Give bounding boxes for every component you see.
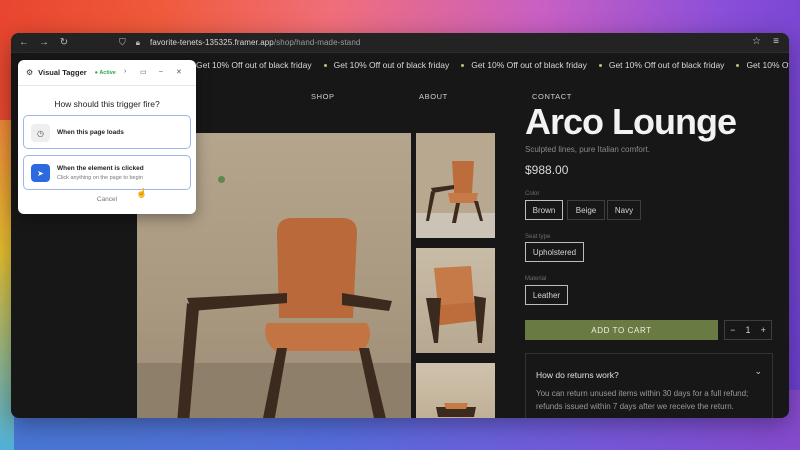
forward-arrow-icon[interactable]: → xyxy=(39,37,49,48)
seat-type-label: Seat type xyxy=(525,234,551,240)
nav-contact[interactable]: CONTACT xyxy=(532,92,572,101)
promo-item: Get 10% Off out of black friday xyxy=(186,60,312,70)
trigger-option-element-click-hint: Click anything on the page to begin xyxy=(57,175,143,181)
add-to-cart-button[interactable]: ADD TO CART xyxy=(525,320,718,340)
tagger-marker-dot xyxy=(218,176,225,183)
promo-item: Get 10% Off out of black friday xyxy=(461,60,587,70)
monitor-icon[interactable]: ▭ xyxy=(140,68,147,76)
promo-item: Get 10% Off out of black friday xyxy=(736,60,789,70)
quantity-decrement-button[interactable]: − xyxy=(730,325,735,335)
chair-thumb-2 xyxy=(426,266,486,343)
cancel-button[interactable]: Cancel xyxy=(18,196,196,203)
clock-icon: ◷ xyxy=(31,124,50,142)
trigger-option-element-click-label: When the element is clicked xyxy=(57,165,144,172)
product-title: Arco Lounge xyxy=(525,101,737,142)
trigger-option-page-load-label: When this page loads xyxy=(57,129,124,136)
product-thumbnail-1[interactable] xyxy=(416,133,495,238)
color-option-beige[interactable]: Beige xyxy=(567,200,605,220)
seat-option-upholstered[interactable]: Upholstered xyxy=(525,242,584,262)
promo-dot-icon xyxy=(461,63,465,67)
trigger-option-element-click[interactable]: ➤ When the element is clicked Click anyt… xyxy=(23,155,191,190)
tagger-title: Visual Tagger xyxy=(38,68,87,77)
pointer-icon: ➤ xyxy=(31,164,50,182)
tagger-question: How should this trigger fire? xyxy=(54,99,160,109)
chevron-down-icon[interactable]: ⌄ xyxy=(754,366,762,377)
back-arrow-icon[interactable]: ← xyxy=(19,37,29,48)
product-thumbnail-2[interactable] xyxy=(416,248,495,353)
color-option-navy[interactable]: Navy xyxy=(607,200,641,220)
product-thumbnail-3[interactable] xyxy=(416,363,495,418)
quantity-increment-button[interactable]: + xyxy=(761,325,766,335)
promo-text: Get 10% Off out of black friday xyxy=(746,60,789,70)
promo-dot-icon xyxy=(323,63,327,67)
nav-shop[interactable]: SHOP xyxy=(311,92,335,101)
faq-item-returns[interactable]: How do returns work? ⌄ You can return un… xyxy=(525,353,773,418)
promo-text: Get 10% Off out of black friday xyxy=(471,60,587,70)
faq-answer: You can return unused items within 30 da… xyxy=(536,389,749,411)
promo-dot-icon xyxy=(598,63,602,67)
gear-icon: ⚙ xyxy=(26,68,34,77)
promo-text: Get 10% Off out of black friday xyxy=(608,60,725,70)
promo-dot-icon xyxy=(736,63,740,67)
faq-question: How do returns work? xyxy=(536,370,619,380)
quantity-stepper: − 1 + xyxy=(724,320,772,340)
promo-text: Get 10% Off out of black friday xyxy=(196,60,312,70)
shield-icon[interactable]: ⛉ xyxy=(119,37,126,48)
tagger-header: ⚙ Visual Tagger ● Active › ▭ – ✕ xyxy=(18,60,196,86)
product-price: $988.00 xyxy=(525,163,569,177)
menu-icon[interactable]: ≡ xyxy=(773,36,779,47)
url-host: favorite-tenets-135325.framer.app xyxy=(150,38,274,47)
promo-text: Get 10% Off out of black friday xyxy=(333,60,450,70)
close-icon[interactable]: ✕ xyxy=(176,68,182,76)
nav-about[interactable]: ABOUT xyxy=(419,92,448,101)
color-option-brown[interactable]: Brown xyxy=(525,200,563,220)
promo-item: Get 10% Off out of black friday xyxy=(598,60,725,70)
chevron-right-icon[interactable]: › xyxy=(124,68,126,75)
address-bar[interactable]: favorite-tenets-135325.framer.app/shop/h… xyxy=(150,38,360,47)
promo-item: Get 10% Off out of black friday xyxy=(323,60,450,70)
product-subtitle: Sculpted lines, pure Italian comfort. xyxy=(525,145,650,154)
color-label: Color xyxy=(525,191,540,197)
url-path: /shop/hand-made-stand xyxy=(273,38,361,47)
lock-icon[interactable]: 🔒︎ xyxy=(136,38,140,48)
status-badge: ● Active xyxy=(94,69,116,76)
material-label: Material xyxy=(525,276,547,282)
mouse-cursor-icon: ☝ xyxy=(136,188,148,198)
minimize-icon[interactable]: – xyxy=(159,68,163,75)
bookmark-star-icon[interactable]: ☆ xyxy=(752,36,761,47)
quantity-value: 1 xyxy=(745,325,751,335)
reload-icon[interactable]: ↻ xyxy=(59,37,69,48)
visual-tagger-panel: ⚙ Visual Tagger ● Active › ▭ – ✕ How sho… xyxy=(18,60,196,214)
material-option-leather[interactable]: Leather xyxy=(525,285,568,305)
chair-thumb-3 xyxy=(436,403,476,417)
trigger-option-page-load[interactable]: ◷ When this page loads xyxy=(23,115,191,149)
chair-thumb-1 xyxy=(416,161,495,238)
browser-toolbar: ← → ↻ ⛉ 🔒︎ favorite-tenets-135325.framer… xyxy=(11,33,789,53)
